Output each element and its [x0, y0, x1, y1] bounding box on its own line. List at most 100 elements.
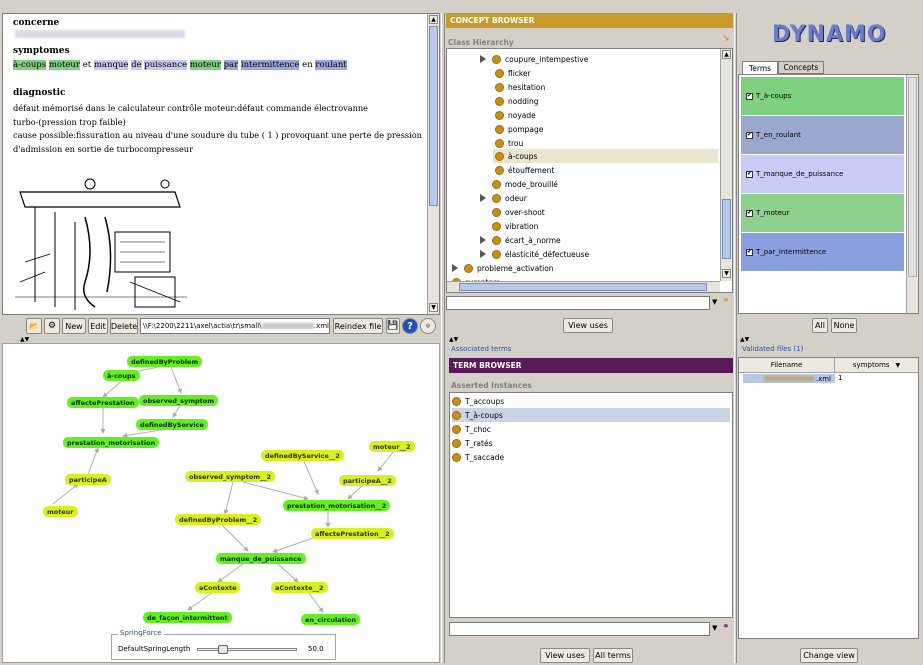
binoculars-icon[interactable]: ⚭: [722, 622, 730, 632]
term-item[interactable]: T_saccade: [452, 450, 730, 464]
binoculars-icon[interactable]: ⚭: [722, 296, 730, 306]
redacted-filename: [763, 376, 814, 381]
graph-node[interactable]: definedByProblem__2: [175, 514, 262, 525]
tree-item[interactable]: étouffement: [495, 163, 554, 177]
checkbox[interactable]: ✔: [746, 170, 753, 178]
tree-item[interactable]: nodding: [495, 94, 538, 108]
validated-term-row[interactable]: ✔ T_manque_de_puissance: [741, 155, 904, 193]
open-folder-icon[interactable]: 📂: [26, 318, 42, 334]
validated-term-row[interactable]: ✔ T_à-coups: [741, 77, 904, 115]
all-button[interactable]: All: [812, 318, 828, 333]
splitter[interactable]: [734, 13, 737, 663]
none-button[interactable]: None: [831, 318, 857, 333]
term-item[interactable]: T_accoups: [452, 394, 730, 408]
tree-item-selected[interactable]: à-coups: [493, 149, 718, 163]
doc-scrollbar[interactable]: ▲ ▼: [427, 14, 439, 314]
edit-button[interactable]: Edit: [88, 318, 108, 334]
reindex-file-button[interactable]: Reindex file: [333, 318, 383, 334]
validated-term-row[interactable]: ✔ T_moteur: [741, 194, 904, 232]
graph-node[interactable]: participeA: [65, 474, 111, 485]
tree-item[interactable]: over-shoot: [480, 205, 545, 219]
new-button[interactable]: New: [62, 318, 86, 334]
validated-term-row[interactable]: ✔ T_par_intermittence: [741, 233, 904, 271]
slider-thumb[interactable]: [218, 645, 228, 654]
graph-node[interactable]: moteur: [43, 506, 78, 517]
tree-item[interactable]: hesitation: [495, 80, 545, 94]
term-item-selected[interactable]: T_à-coups: [452, 408, 730, 422]
term-item[interactable]: T_choc: [452, 422, 730, 436]
graph-node[interactable]: aContexte: [195, 582, 241, 593]
tab-concepts[interactable]: Concepts: [778, 61, 824, 74]
splitter-arrows[interactable]: ▲▼: [20, 336, 29, 343]
graph-node[interactable]: de_façon_intermittent: [143, 612, 232, 623]
graph-node[interactable]: participeA__2: [339, 475, 396, 486]
tree-item[interactable]: coupure_intempestive: [480, 52, 588, 66]
symptom-word: moteur: [189, 60, 221, 70]
checkbox[interactable]: ✔: [746, 209, 753, 217]
graph-node[interactable]: prestation_motorisation: [63, 437, 160, 448]
tree-item[interactable]: probleme_activation: [452, 261, 554, 275]
settings-icon[interactable]: ⚙: [44, 318, 60, 334]
checkbox[interactable]: ✔: [746, 248, 753, 256]
expand-icon[interactable]: ↘: [722, 34, 730, 44]
graph-node[interactable]: manque_de_puissance: [216, 553, 306, 564]
checkbox[interactable]: ✔: [746, 92, 753, 100]
magnet-icon[interactable]: ◎: [420, 318, 436, 334]
save-icon[interactable]: 💾: [386, 318, 400, 334]
validated-term-row[interactable]: ✔ T_en_roulant: [741, 116, 904, 154]
tree-item[interactable]: élasticité_défectueuse: [480, 247, 589, 261]
dropdown-arrow-icon[interactable]: ▼: [712, 624, 717, 632]
tree-item[interactable]: écart_à_norme: [480, 233, 561, 247]
redacted-filename: [261, 323, 314, 329]
concept-search-input[interactable]: [446, 296, 710, 310]
symptom-word: manque: [93, 60, 129, 70]
tree-scrollbar[interactable]: ▲ ▼: [720, 49, 732, 281]
tree-item[interactable]: odeur: [480, 191, 527, 205]
tab-terms[interactable]: Terms: [742, 61, 778, 75]
term-item[interactable]: T_ratés: [452, 436, 730, 450]
change-view-button[interactable]: Change view: [800, 648, 858, 663]
symptom-word: à-coups: [13, 60, 47, 70]
graph-node[interactable]: moteur__2: [369, 441, 415, 452]
graph-node[interactable]: definedByService: [136, 419, 208, 430]
graph-node[interactable]: à-coups: [103, 370, 140, 381]
splitter[interactable]: [441, 13, 445, 663]
graph-node[interactable]: affectePrestation__2: [311, 528, 394, 539]
graph-node[interactable]: affectePrestation: [67, 397, 139, 408]
graph-node[interactable]: observed_symptom__2: [185, 471, 276, 482]
graph-node[interactable]: definedByProblem: [127, 356, 203, 367]
term-view-uses-button[interactable]: View uses: [540, 648, 590, 663]
tree-item[interactable]: trou: [495, 136, 523, 150]
tree-item[interactable]: pompage: [495, 122, 543, 136]
help-icon[interactable]: ?: [402, 318, 418, 334]
tree-item[interactable]: noyade: [495, 108, 536, 122]
tree-item[interactable]: vibration: [480, 219, 538, 233]
spring-length-value: 50.0: [308, 645, 324, 653]
asserted-instances-label: Asserted Instances: [451, 381, 532, 390]
file-path-field[interactable]: \\F:\2200\2211\axel\actia\tr\small\ .xml: [140, 318, 330, 334]
graph-node[interactable]: aContexte__2: [271, 582, 328, 593]
col-filename-header[interactable]: Filename: [739, 358, 835, 373]
graph-node[interactable]: definedByService__2: [261, 450, 344, 461]
ontology-graph-canvas[interactable]: definedByProblem à-coups affectePrestati…: [2, 343, 440, 663]
graph-node[interactable]: prestation_motorisation__2: [283, 500, 391, 511]
term-search-input[interactable]: [449, 622, 710, 636]
tree-item[interactable]: flicker: [495, 66, 531, 80]
spring-force-title: SpringForce: [118, 629, 164, 637]
tree-hscrollbar[interactable]: [447, 281, 720, 292]
graph-node[interactable]: en_circulation: [301, 614, 361, 625]
col-symptoms-header[interactable]: symptoms ▼: [835, 358, 918, 373]
view-uses-button[interactable]: View uses: [563, 318, 613, 333]
checkbox[interactable]: ✔: [746, 131, 753, 139]
validated-scrollbar[interactable]: [906, 75, 918, 313]
graph-node[interactable]: observed_symptom: [139, 395, 219, 406]
term-browser-header: TERM BROWSER: [449, 358, 733, 373]
spring-length-slider[interactable]: [197, 645, 297, 654]
all-terms-button[interactable]: All terms: [593, 648, 633, 663]
dropdown-arrow-icon[interactable]: ▼: [712, 298, 717, 306]
diagnostic-line: défaut mémorisé dans le calculateur cont…: [13, 103, 369, 113]
table-row[interactable]: .xml 1: [739, 373, 918, 384]
tree-item[interactable]: mode_brouillé: [480, 177, 558, 191]
delete-button[interactable]: Delete: [110, 318, 138, 334]
symptom-word: roulant: [315, 60, 347, 70]
